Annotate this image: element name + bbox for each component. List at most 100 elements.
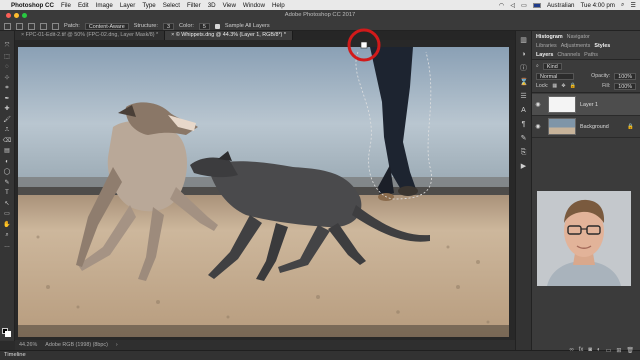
blend-mode-select[interactable]: Normal	[536, 72, 574, 80]
tab-paths[interactable]: Paths	[584, 52, 598, 58]
selection-add-icon[interactable]	[28, 22, 35, 30]
actions-panel-icon[interactable]: ▶	[520, 163, 528, 171]
visibility-eye-icon[interactable]: ◉	[532, 123, 544, 130]
brush-panel-icon[interactable]: ✎	[520, 135, 528, 143]
visibility-eye-icon[interactable]: ◉	[532, 101, 544, 108]
tool-icon[interactable]: ⤧	[3, 43, 12, 50]
new-layer-icon[interactable]: ⊞	[616, 347, 621, 357]
status-arrow-icon[interactable]: ›	[116, 342, 118, 348]
tool-icon[interactable]: ◐	[3, 159, 12, 166]
layer-name[interactable]: Layer 1	[580, 102, 598, 108]
tool-icon[interactable]: ⬚	[3, 54, 12, 61]
menu-file[interactable]: File	[61, 2, 71, 9]
tool-icon[interactable]: ▤	[3, 148, 12, 155]
wifi-icon[interactable]: ◠	[499, 2, 504, 9]
tab-label[interactable]: FPC-01-Edit-2.tif @ 50% (FPC-02.dng, Lay…	[26, 32, 159, 38]
notification-center-icon[interactable]: ☰	[630, 2, 636, 9]
tool-icon[interactable]: ✚	[3, 106, 12, 113]
tool-icon[interactable]: ↖	[3, 201, 12, 208]
menu-type[interactable]: Type	[142, 2, 155, 9]
tab-label[interactable]: © Whippets.dng @ 44.3% (Layer 1, RGB/8*)…	[176, 32, 286, 38]
adjustment-layer-icon[interactable]: ◐	[597, 347, 601, 357]
cursor-highlight-circle	[347, 28, 381, 62]
lock-pixels-icon[interactable]: ▦	[552, 83, 557, 89]
menu-image[interactable]: Image	[96, 2, 113, 9]
layer-row[interactable]: ◉ Background 🔒	[532, 116, 640, 138]
tool-icon[interactable]: ⌗	[3, 85, 12, 92]
zoom-level[interactable]: 44.26%	[19, 342, 37, 348]
tool-icon[interactable]: ⌫	[3, 138, 12, 145]
menu-help[interactable]: Help	[272, 2, 285, 9]
tab-styles[interactable]: Styles	[594, 43, 610, 49]
tool-icon[interactable]: ⌕	[3, 232, 12, 239]
patch-tool-preset-icon[interactable]	[4, 22, 11, 30]
tool-options: Patch: Content-Aware Structure: 3 Color:…	[4, 22, 270, 30]
tool-icon[interactable]: ◯	[3, 169, 12, 176]
tool-icon[interactable]: ✒	[3, 96, 12, 103]
tab-whippets[interactable]: × © Whippets.dng @ 44.3% (Layer 1, RGB/8…	[165, 31, 293, 40]
menu-select[interactable]: Select	[163, 2, 180, 9]
selection-new-icon[interactable]	[16, 22, 23, 30]
fill-input[interactable]: 100%	[614, 82, 636, 90]
tab-fpc-01[interactable]: × FPC-01-Edit-2.tif @ 50% (FPC-02.dng, L…	[15, 31, 166, 40]
delete-layer-icon[interactable]: 🗑	[626, 347, 634, 357]
color-panel-icon[interactable]: ◑	[520, 51, 528, 59]
menu-edit[interactable]: Edit	[78, 2, 89, 9]
input-source-flag-icon[interactable]	[532, 2, 541, 8]
volume-icon[interactable]: ◁	[510, 2, 515, 9]
menu-window[interactable]: Window	[243, 2, 265, 9]
input-source-label[interactable]: Australian	[547, 2, 575, 9]
sample-all-layers-checkbox[interactable]	[214, 23, 220, 29]
tool-icon[interactable]: ◌	[3, 64, 12, 71]
menu-filter[interactable]: Filter	[187, 2, 201, 9]
whippets-photo[interactable]	[18, 47, 509, 337]
histogram-panel-icon[interactable]: ▥	[520, 37, 528, 45]
filter-search-icon[interactable]: ⌕	[536, 63, 539, 70]
history-panel-icon[interactable]: ⌛	[520, 79, 529, 87]
menu-layer[interactable]: Layer	[120, 2, 135, 9]
layer-style-icon[interactable]: fx	[579, 347, 584, 357]
layer-row[interactable]: ◉ Layer 1	[532, 94, 640, 116]
document-canvas[interactable]	[15, 28, 515, 340]
info-panel-icon[interactable]: ⓘ	[520, 65, 528, 73]
tool-icon[interactable]: ⎍	[3, 127, 12, 134]
add-mask-icon[interactable]: ◙	[588, 347, 592, 357]
menu-view[interactable]: View	[223, 2, 236, 9]
lock-position-icon[interactable]: ✥	[561, 83, 565, 89]
opacity-input[interactable]: 100%	[614, 72, 636, 80]
paragraph-panel-icon[interactable]: ¶	[520, 121, 528, 129]
link-layers-icon[interactable]: ∞	[569, 347, 573, 357]
properties-panel-icon[interactable]: ☰	[520, 93, 528, 101]
tool-icon[interactable]: ▭	[3, 211, 12, 218]
background-color-swatch[interactable]	[5, 331, 11, 337]
tool-icon[interactable]: ✋	[3, 222, 12, 229]
tool-icon[interactable]: 🖌	[3, 117, 12, 124]
tab-channels[interactable]: Channels	[557, 52, 580, 58]
spotlight-icon[interactable]: ⌕	[621, 1, 624, 9]
tool-icon[interactable]: ⊹	[3, 75, 12, 82]
tool-icon[interactable]: ✎	[3, 180, 12, 187]
battery-icon[interactable]: ▭	[521, 2, 527, 9]
tab-histogram[interactable]: Histogram	[536, 34, 563, 40]
structure-select[interactable]: 3	[162, 22, 174, 30]
app-menu[interactable]: Photoshop CC	[11, 2, 54, 9]
tab-libraries[interactable]: Libraries	[536, 43, 557, 49]
layer-kind-select[interactable]: Kind	[542, 62, 562, 70]
patch-mode-select[interactable]: Content-Aware	[84, 22, 129, 30]
group-icon[interactable]: ▭	[606, 347, 612, 357]
layer-name[interactable]: Background	[580, 124, 609, 130]
menu-3d[interactable]: 3D	[208, 2, 216, 9]
clone-source-panel-icon[interactable]: ⎘	[520, 149, 528, 157]
character-panel-icon[interactable]: A	[520, 107, 528, 115]
tool-icon[interactable]: …	[3, 243, 12, 250]
tool-icon[interactable]: T	[3, 190, 12, 197]
tools-panel: ⤧ ⬚ ◌ ⊹ ⌗ ✒ ✚ 🖌 ⎍ ⌫ ▤ ◐ ◯ ✎ T ↖ ▭ ✋ ⌕ …	[0, 31, 15, 341]
tab-adjustments[interactable]: Adjustments	[561, 43, 591, 49]
selection-intersect-icon[interactable]	[52, 22, 59, 30]
lock-all-icon[interactable]: 🔒	[570, 83, 576, 89]
tab-navigator[interactable]: Navigator	[567, 34, 590, 40]
menubar-clock[interactable]: Tue 4:00 pm	[580, 2, 615, 9]
color-select[interactable]: 5	[198, 22, 210, 30]
selection-subtract-icon[interactable]	[40, 22, 47, 30]
tab-layers[interactable]: Layers	[536, 52, 553, 58]
